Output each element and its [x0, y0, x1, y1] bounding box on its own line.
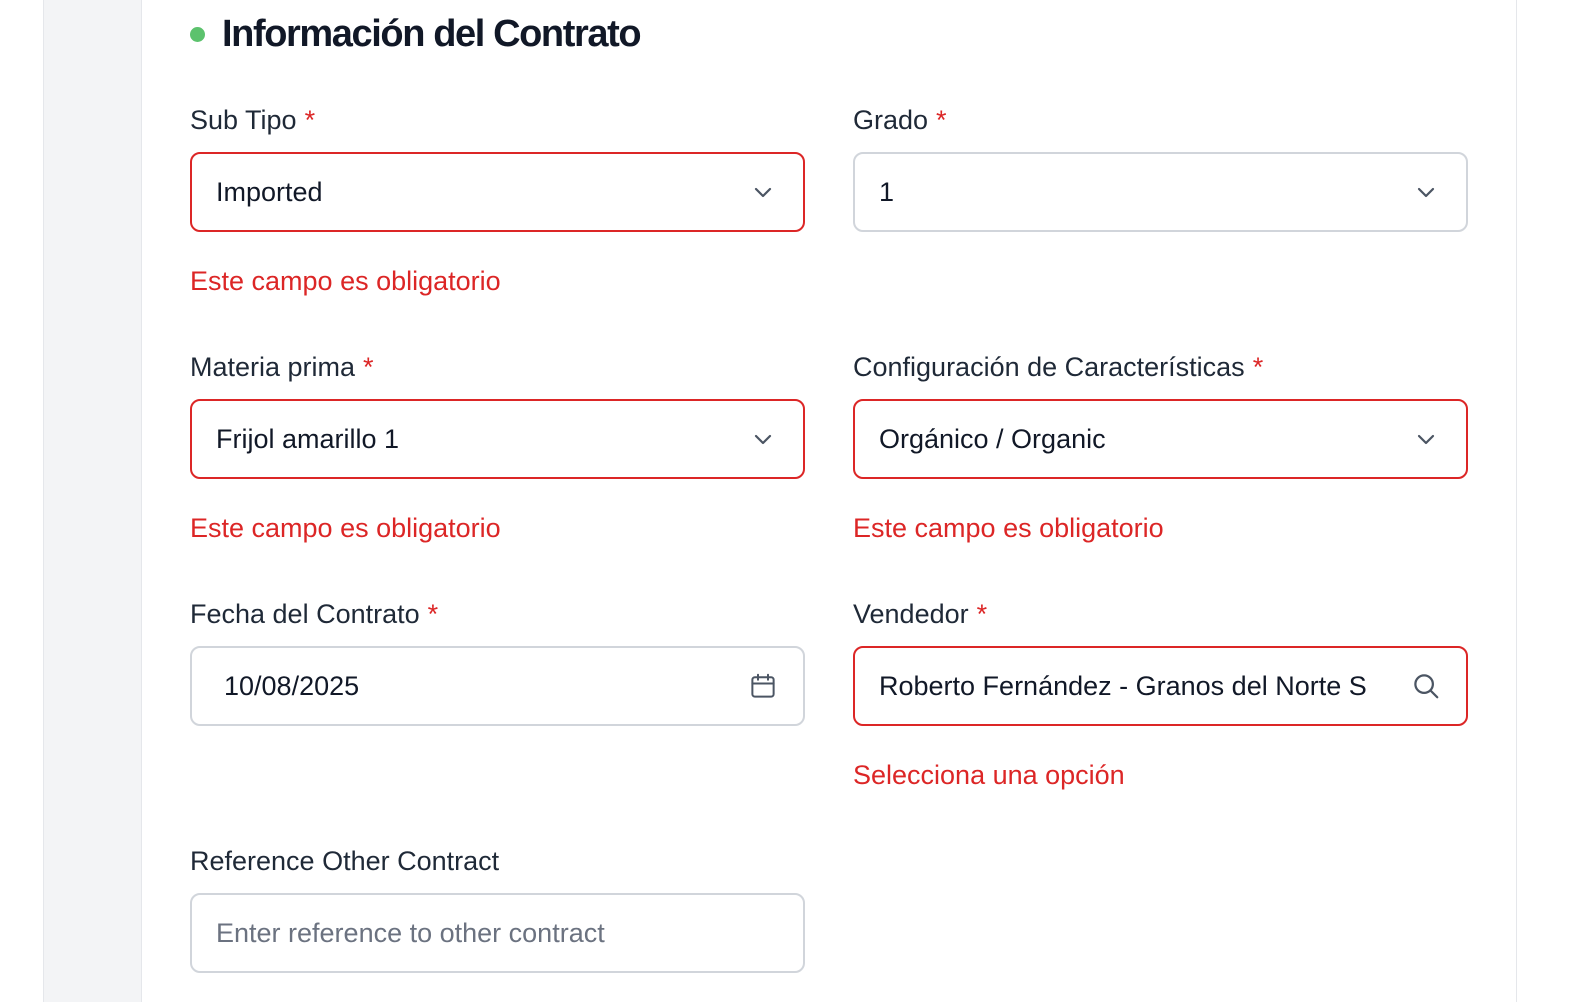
- grado-label-text: Grado: [853, 105, 929, 135]
- required-marker: *: [936, 105, 947, 135]
- required-marker: *: [976, 599, 988, 629]
- grado-label: Grado *: [853, 103, 1468, 137]
- reference-other-contract-field: Reference Other Contract Enter reference…: [190, 844, 805, 973]
- vendedor-search-input[interactable]: Roberto Fernández - Granos del Norte S: [853, 646, 1468, 726]
- page: Información del Contrato Sub Tipo * Impor…: [0, 0, 1576, 1002]
- vendedor-label: Vendedor *: [853, 597, 1468, 631]
- vendedor-field: Vendedor * Roberto Fernández - Granos del…: [853, 597, 1468, 790]
- sub-tipo-label-text: Sub Tipo: [190, 105, 297, 135]
- required-marker: *: [363, 352, 374, 382]
- materia-prima-label-text: Materia prima: [190, 352, 356, 382]
- materia-prima-select[interactable]: Frijol amarillo 1: [190, 399, 805, 479]
- vendedor-value: Roberto Fernández - Granos del Norte S: [879, 670, 1367, 701]
- fecha-contrato-value: 10/08/2025: [224, 670, 360, 701]
- configuracion-field: Configuración de Características * Orgáni…: [853, 350, 1468, 543]
- reference-other-contract-placeholder: Enter reference to other contract: [216, 917, 605, 948]
- chevron-down-icon[interactable]: [747, 423, 779, 455]
- section-header: Información del Contrato: [190, 12, 642, 56]
- sub-tipo-field: Sub Tipo * Imported Este campo es obligat…: [190, 103, 805, 296]
- fecha-contrato-field: Fecha del Contrato * 10/08/2025: [190, 597, 805, 726]
- section-title: Información del Contrato: [222, 12, 642, 55]
- fecha-contrato-label: Fecha del Contrato *: [190, 597, 805, 631]
- materia-prima-label: Materia prima *: [190, 350, 805, 384]
- left-panel: [0, 0, 44, 1002]
- sub-tipo-value: Imported: [216, 176, 323, 207]
- configuracion-label-text: Configuración de Características: [853, 352, 1245, 382]
- materia-prima-error: Este campo es obligatorio: [190, 513, 501, 543]
- required-marker: *: [1252, 352, 1264, 382]
- materia-prima-field: Materia prima * Frijol amarillo 1 Este ca…: [190, 350, 805, 543]
- vendedor-label-text: Vendedor: [853, 599, 969, 629]
- grado-value: 1: [879, 176, 895, 207]
- search-icon[interactable]: [1410, 670, 1442, 702]
- status-dot: [190, 26, 205, 42]
- grado-select[interactable]: 1: [853, 152, 1468, 232]
- sub-tipo-select[interactable]: Imported: [190, 152, 805, 232]
- chevron-down-icon[interactable]: [1410, 176, 1442, 208]
- sub-tipo-error: Este campo es obligatorio: [190, 266, 501, 296]
- vendedor-error: Selecciona una opción: [853, 760, 1125, 790]
- required-marker: *: [427, 599, 439, 629]
- right-panel: [1516, 0, 1576, 1002]
- chevron-down-icon[interactable]: [747, 176, 779, 208]
- chevron-down-icon[interactable]: [1410, 423, 1442, 455]
- fecha-contrato-label-text: Fecha del Contrato: [190, 599, 420, 629]
- configuracion-label: Configuración de Características *: [853, 350, 1468, 384]
- materia-prima-value: Frijol amarillo 1: [216, 423, 400, 454]
- reference-other-contract-input[interactable]: Enter reference to other contract: [190, 893, 805, 973]
- calendar-icon[interactable]: [747, 670, 779, 702]
- configuracion-error: Este campo es obligatorio: [853, 513, 1164, 543]
- required-marker: *: [304, 105, 316, 135]
- configuracion-select[interactable]: Orgánico / Organic: [853, 399, 1468, 479]
- configuracion-value: Orgánico / Organic: [879, 423, 1106, 454]
- reference-other-contract-label: Reference Other Contract: [190, 846, 500, 876]
- grado-field: Grado * 1: [853, 103, 1468, 232]
- sub-tipo-label: Sub Tipo *: [190, 103, 805, 137]
- fecha-contrato-input[interactable]: 10/08/2025: [190, 646, 805, 726]
